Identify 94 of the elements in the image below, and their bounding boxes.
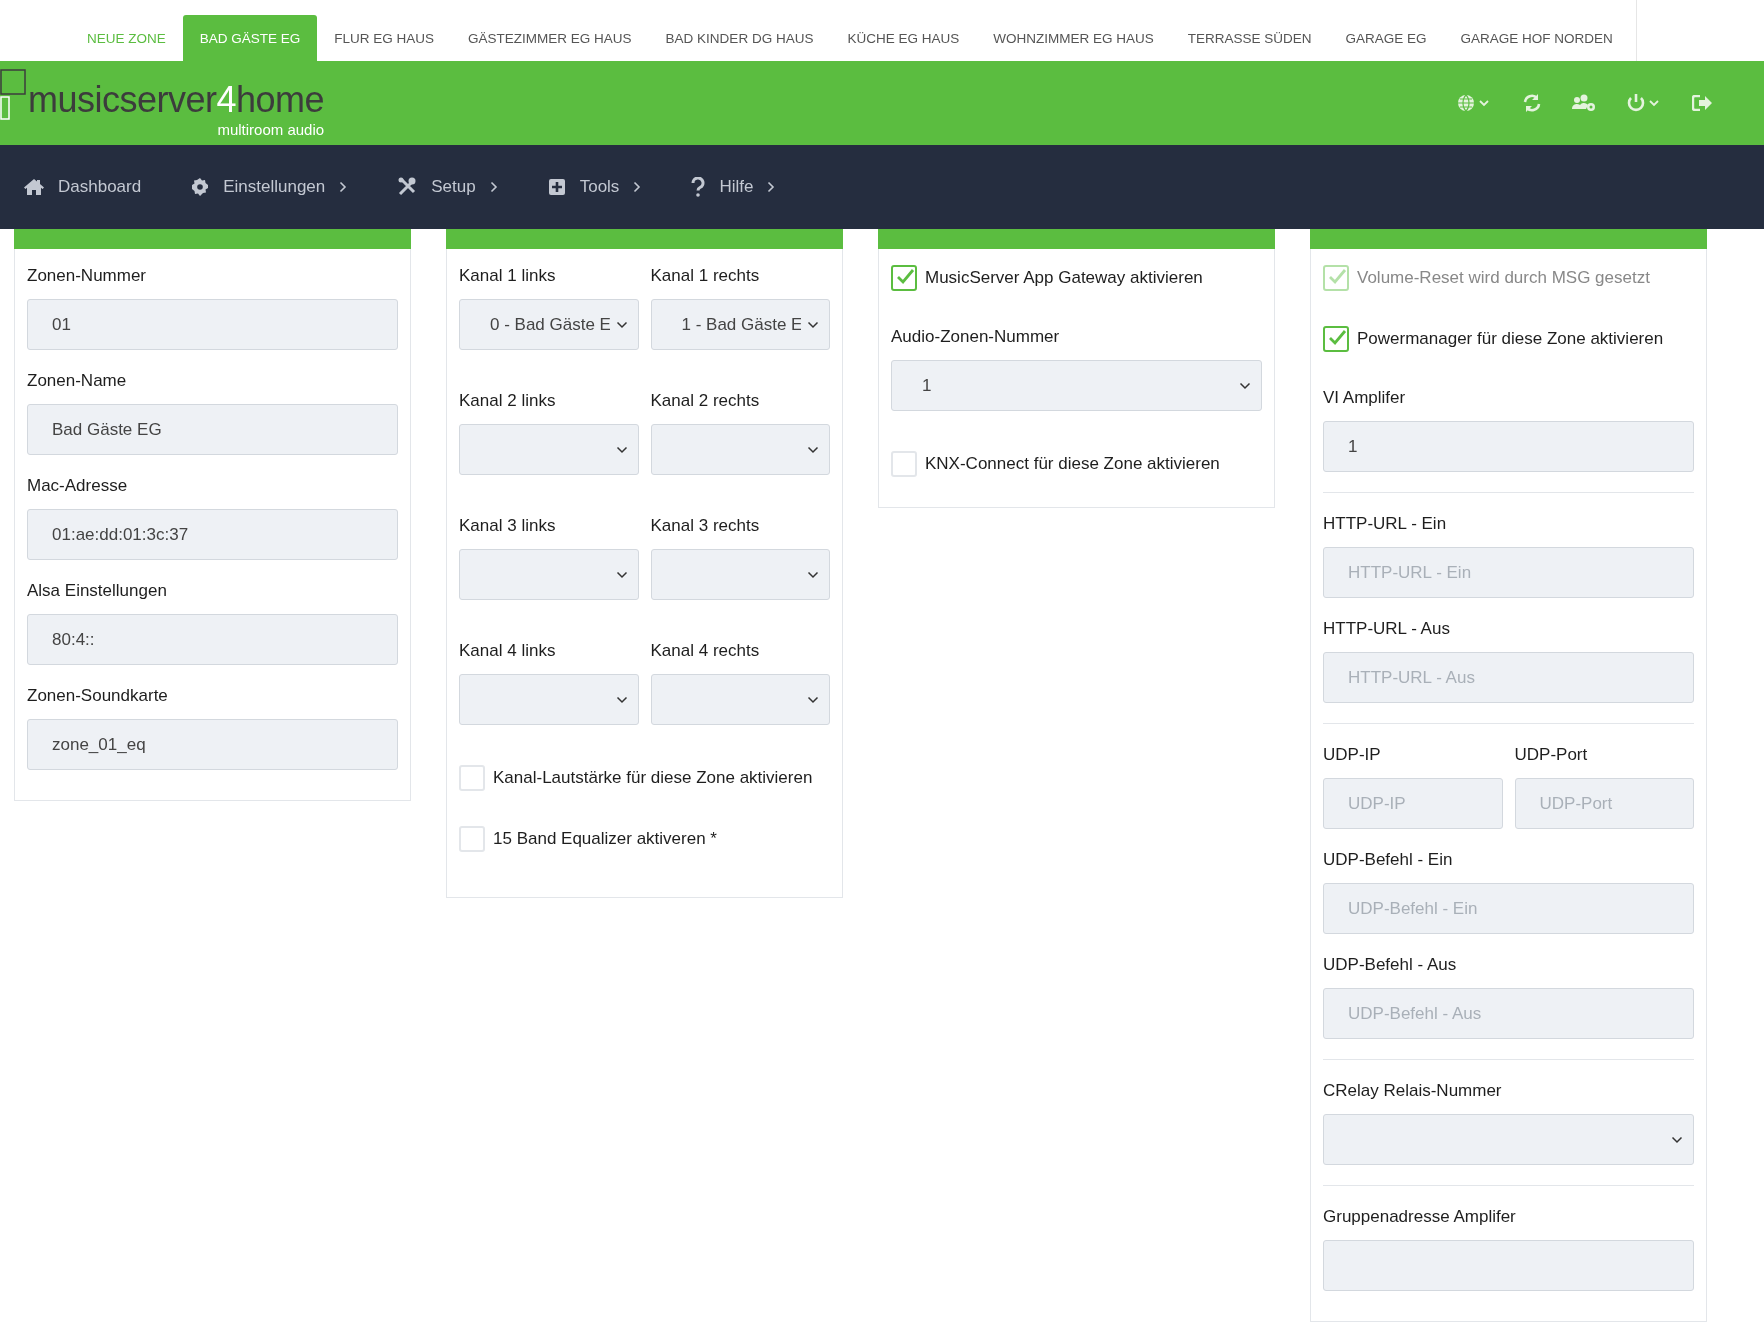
- nav-menu-item[interactable]: Einstellungen: [191, 177, 348, 197]
- field-label: HTTP-URL - Aus: [1323, 618, 1451, 640]
- dropdown-field[interactable]: 0 - Bad Gäste E: [459, 299, 639, 350]
- dropdown-field[interactable]: [459, 674, 639, 725]
- power-icon[interactable]: [1626, 93, 1662, 113]
- zone-tab[interactable]: GÄSTEZIMMER EG HAUS: [451, 15, 649, 61]
- chevron-down-icon: [615, 320, 628, 329]
- text-input-field[interactable]: 1: [1323, 421, 1694, 472]
- question-icon: [691, 177, 706, 197]
- logo-wordmark: musicserver4home: [28, 78, 325, 122]
- users-gear-icon[interactable]: [1572, 94, 1596, 112]
- checkbox-label: Powermanager für diese Zone aktivieren: [1357, 329, 1664, 349]
- tools-icon: [397, 177, 418, 197]
- dropdown-field[interactable]: 1 - Bad Gäste E: [650, 299, 830, 350]
- nav-menu-item[interactable]: Tools: [547, 177, 642, 197]
- chevron-down-icon: [1671, 1135, 1683, 1144]
- chevron-down-icon: [807, 320, 819, 329]
- field-label: Alsa Einstellungen: [27, 580, 168, 602]
- language-globe-icon[interactable]: [1456, 93, 1492, 113]
- field-label: Kanal 1 links: [459, 265, 557, 287]
- field-label: Zonen-Nummer: [27, 265, 148, 287]
- text-input-field[interactable]: [1323, 1240, 1694, 1291]
- field-label: Kanal 2 rechts: [650, 390, 761, 412]
- zone-tab[interactable]: WOHNZIMMER EG HAUS: [976, 15, 1171, 61]
- home-icon: [24, 178, 44, 196]
- text-input-field[interactable]: UDP-Befehl - Aus: [1323, 988, 1694, 1039]
- text-input-field[interactable]: 01: [27, 299, 398, 350]
- text-input-field[interactable]: Bad Gäste EG: [27, 404, 398, 455]
- chevron-right-icon: [489, 181, 498, 193]
- field-label: UDP-Port: [1514, 744, 1589, 766]
- chevron-right-icon: [767, 181, 776, 193]
- checkbox[interactable]: [891, 265, 917, 291]
- nav-menu-item[interactable]: Dashboard: [24, 177, 142, 197]
- text-input-field[interactable]: UDP-Befehl - Ein: [1323, 883, 1694, 934]
- field-label: CRelay Relais-Nummer: [1323, 1080, 1503, 1102]
- zone-tab[interactable]: GARAGE HOF NORDEN: [1443, 15, 1630, 61]
- chevron-down-icon: [807, 570, 819, 579]
- zone-tab[interactable]: BAD KINDER DG HAUS: [648, 15, 831, 61]
- dropdown-field[interactable]: 1: [891, 360, 1262, 411]
- text-input-field[interactable]: zone_01_eq: [27, 719, 398, 770]
- nav-menu-item[interactable]: Setup: [397, 177, 498, 197]
- field-label: Gruppenadresse Amplifer: [1323, 1206, 1517, 1228]
- field-label: Kanal 4 links: [459, 640, 557, 662]
- zone-tab[interactable]: KÜCHE EG HAUS: [830, 15, 977, 61]
- chevron-down-icon: [807, 445, 819, 454]
- field-label: Zonen-Soundkarte: [27, 685, 169, 707]
- text-input-field[interactable]: UDP-Port: [1514, 778, 1694, 829]
- field-label: UDP-IP: [1323, 744, 1382, 766]
- field-label: Mac-Adresse: [27, 475, 129, 497]
- field-label: Kanal 1 rechts: [650, 265, 761, 287]
- chevron-down-icon: [615, 695, 628, 704]
- text-input-field[interactable]: 80:4::: [27, 614, 398, 665]
- chevron-right-icon: [339, 181, 348, 193]
- chevron-down-icon: [615, 445, 628, 454]
- text-input-field[interactable]: HTTP-URL - Aus: [1323, 652, 1694, 703]
- chevron-down-icon: [1239, 381, 1251, 390]
- logo-tagline: multiroom audio: [217, 123, 325, 137]
- dropdown-field[interactable]: [459, 549, 639, 600]
- zone-tab[interactable]: GARAGE EG: [1328, 15, 1444, 61]
- nav-menu-item[interactable]: Hilfe: [691, 177, 776, 197]
- field-label: Kanal 2 links: [459, 390, 557, 412]
- zone-tab[interactable]: TERRASSE SÜDEN: [1170, 15, 1329, 61]
- dropdown-field[interactable]: [650, 424, 830, 475]
- logo-squares-icon: [0, 69, 26, 121]
- text-input-field[interactable]: HTTP-URL - Ein: [1323, 547, 1694, 598]
- checkbox[interactable]: [1323, 326, 1349, 352]
- plus-square-icon: [547, 178, 566, 196]
- field-label: Audio-Zonen-Nummer: [891, 326, 1061, 348]
- checkbox-label: Kanal-Lautstärke für diese Zone aktivieren: [493, 768, 813, 788]
- checkbox-label: MusicServer App Gateway aktivieren: [925, 268, 1203, 288]
- sign-out-icon[interactable]: [1692, 95, 1712, 111]
- checkbox-label: Volume-Reset wird durch MSG gesetzt: [1357, 268, 1650, 288]
- dropdown-field[interactable]: [459, 424, 639, 475]
- text-input-field[interactable]: UDP-IP: [1323, 778, 1503, 829]
- chevron-right-icon: [633, 181, 642, 193]
- field-label: UDP-Befehl - Ein: [1323, 849, 1454, 871]
- field-label: VI Amplifer: [1323, 387, 1407, 409]
- zone-tab[interactable]: FLUR EG HAUS: [317, 15, 452, 61]
- field-label: Kanal 3 links: [459, 515, 557, 537]
- text-input-field[interactable]: 01:ae:dd:01:3c:37: [27, 509, 398, 560]
- dropdown-field[interactable]: [1323, 1114, 1694, 1165]
- gear-icon: [191, 178, 210, 196]
- chevron-down-icon: [807, 695, 819, 704]
- dropdown-field[interactable]: [650, 549, 830, 600]
- field-label: Kanal 4 rechts: [650, 640, 761, 662]
- refresh-icon[interactable]: [1522, 93, 1542, 113]
- field-label: Kanal 3 rechts: [650, 515, 761, 537]
- field-label: HTTP-URL - Ein: [1323, 513, 1448, 535]
- chevron-down-icon: [615, 570, 628, 579]
- checkbox-label: 15 Band Equalizer aktiveren *: [493, 829, 717, 849]
- checkbox-label: KNX-Connect für diese Zone aktivieren: [925, 454, 1220, 474]
- field-label: UDP-Befehl - Aus: [1323, 954, 1458, 976]
- field-label: Zonen-Name: [27, 370, 128, 392]
- dropdown-field[interactable]: [650, 674, 830, 725]
